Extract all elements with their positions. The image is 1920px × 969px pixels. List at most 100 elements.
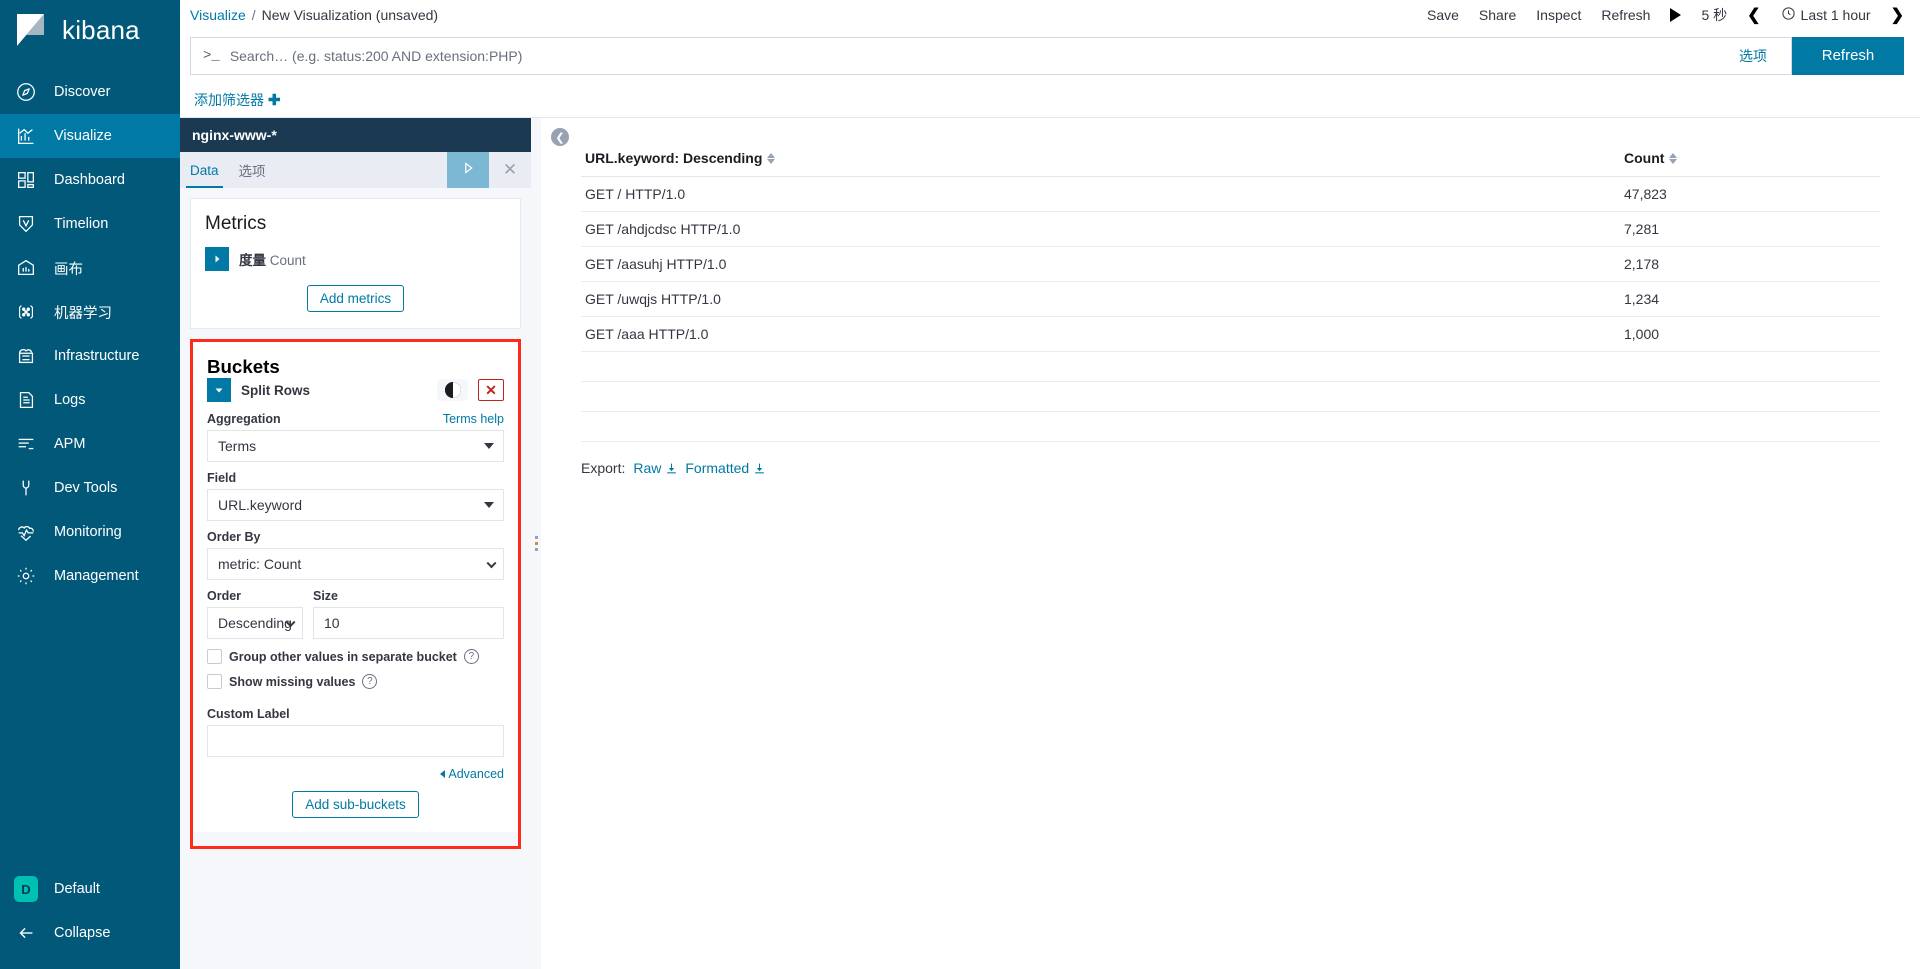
terms-help-link[interactable]: Terms help: [443, 412, 504, 426]
infra-icon: [14, 344, 38, 368]
field-label: Field: [207, 471, 237, 485]
question-icon[interactable]: ?: [362, 674, 378, 689]
triangle-right-icon[interactable]: [205, 247, 229, 271]
advanced-toggle[interactable]: Advanced: [440, 767, 504, 781]
inspect-button[interactable]: Inspect: [1536, 7, 1581, 23]
sidebar-item-infrastructure[interactable]: Infrastructure: [0, 334, 180, 378]
column-header-key[interactable]: URL.keyword: Descending: [581, 142, 1620, 177]
visualization-panel: ❮ URL.keyword: Descending Count GET / HT…: [541, 118, 1920, 969]
size-input[interactable]: [313, 607, 504, 639]
sidebar-item-label: 画布: [54, 261, 83, 278]
sidebar-item-label: Timelion: [54, 216, 109, 232]
brand-name: kibana: [62, 14, 140, 45]
buckets-title: Buckets: [207, 356, 280, 377]
table-row[interactable]: GET /uwqjs HTTP/1.0 1,234: [581, 281, 1880, 317]
add-metrics-button[interactable]: Add metrics: [306, 285, 405, 312]
chevron-left-icon[interactable]: ❮: [1747, 5, 1760, 25]
sidebar-collapse-button[interactable]: Collapse: [0, 911, 180, 955]
aggregation-select[interactable]: [207, 430, 504, 462]
sidebar-item-visualize[interactable]: Visualize: [0, 114, 180, 158]
order-col: Order: [207, 580, 303, 639]
sidebar-item-canvas[interactable]: 画布: [0, 246, 180, 290]
metric-row[interactable]: 度量 Count: [205, 247, 506, 271]
column-header-count[interactable]: Count: [1620, 142, 1880, 177]
export-raw-link[interactable]: Raw: [633, 460, 677, 476]
tab-data[interactable]: Data: [180, 152, 229, 188]
time-picker[interactable]: Last 1 hour: [1781, 6, 1871, 24]
sort-icon[interactable]: [767, 152, 776, 164]
play-icon[interactable]: [1670, 7, 1682, 22]
compass-icon: [14, 80, 38, 104]
play-triangle-icon: [459, 159, 477, 182]
brand-logo[interactable]: kibana: [0, 0, 180, 60]
question-icon[interactable]: ?: [463, 649, 479, 664]
sidebar-item-machine-learning[interactable]: 机器学习: [0, 290, 180, 334]
sidebar-collapse-label: Collapse: [54, 925, 111, 941]
sidebar-item-space[interactable]: D Default: [0, 867, 180, 911]
sidebar-item-dev-tools[interactable]: Dev Tools: [0, 466, 180, 510]
custom-label-input[interactable]: [207, 725, 504, 757]
download-icon: [665, 462, 677, 474]
filter-bar: 添加筛选器 ✚: [180, 82, 1920, 118]
data-table: URL.keyword: Descending Count GET / HTTP…: [581, 142, 1880, 442]
order-select-wrap: [207, 607, 303, 639]
show-missing-label: Show missing values: [229, 674, 356, 689]
add-filter-button[interactable]: 添加筛选器 ✚: [194, 90, 281, 110]
space-badge-letter: D: [14, 876, 38, 902]
toggle-icon[interactable]: [437, 379, 468, 401]
cell-count: 1,000: [1620, 316, 1880, 352]
save-button[interactable]: Save: [1427, 7, 1459, 23]
metric-type: 度量: [239, 253, 266, 268]
discard-changes-button[interactable]: ✕: [489, 152, 531, 188]
grip-dots-icon: [534, 536, 538, 551]
sidebar-item-apm[interactable]: APM: [0, 422, 180, 466]
top-header: Visualize / New Visualization (unsaved) …: [180, 0, 1920, 29]
sidebar-item-logs[interactable]: Logs: [0, 378, 180, 422]
chevron-right-icon[interactable]: ❯: [1891, 5, 1904, 25]
table-row[interactable]: GET /aasuhj HTTP/1.0 2,178: [581, 246, 1880, 282]
main-area: Visualize / New Visualization (unsaved) …: [180, 0, 1920, 969]
caret-left-icon: [440, 770, 446, 778]
panel-resizer[interactable]: [531, 118, 541, 969]
sidebar-item-monitoring[interactable]: Monitoring: [0, 510, 180, 554]
buckets-card-footer: [193, 832, 518, 846]
show-missing-checkbox[interactable]: [207, 674, 222, 689]
export-formatted-link[interactable]: Formatted: [685, 460, 765, 476]
sidebar-item-label: Monitoring: [54, 524, 122, 540]
order-select[interactable]: [207, 607, 303, 639]
x-icon[interactable]: ✕: [478, 379, 504, 401]
sort-icon[interactable]: [1669, 152, 1678, 164]
data-table-head: URL.keyword: Descending Count: [581, 142, 1880, 177]
field-select-wrap: [207, 489, 504, 521]
query-options-link[interactable]: 选项: [1739, 46, 1779, 66]
refresh-button[interactable]: Refresh: [1601, 7, 1650, 23]
chevron-left-circle-icon[interactable]: ❮: [551, 128, 569, 146]
breadcrumb-visualize[interactable]: Visualize: [190, 7, 246, 23]
add-sub-buckets-button[interactable]: Add sub-buckets: [292, 791, 419, 818]
search-box[interactable]: >_ 选项: [190, 36, 1792, 75]
canvas-icon: [14, 256, 38, 280]
sidebar-item-timelion[interactable]: Timelion: [0, 202, 180, 246]
table-row[interactable]: GET /ahdjcdsc HTTP/1.0 7,281: [581, 211, 1880, 247]
table-row[interactable]: GET /aaa HTTP/1.0 1,000: [581, 316, 1880, 352]
space-avatar: D: [14, 876, 38, 902]
sidebar-item-dashboard[interactable]: Dashboard: [0, 158, 180, 202]
table-header-row: URL.keyword: Descending Count: [581, 142, 1880, 177]
auto-refresh-interval[interactable]: 5 秒: [1701, 5, 1727, 25]
query-refresh-button[interactable]: Refresh: [1792, 36, 1904, 75]
order-by-label-row: Order By: [207, 530, 504, 544]
group-other-checkbox[interactable]: [207, 649, 222, 664]
search-input[interactable]: [229, 47, 1729, 64]
order-by-select[interactable]: [207, 548, 504, 580]
metrics-title: Metrics: [205, 213, 267, 234]
field-select[interactable]: [207, 489, 504, 521]
table-empty-row: [581, 411, 1880, 442]
apply-changes-button[interactable]: [447, 152, 489, 188]
group-other-label: Group other values in separate bucket: [229, 649, 457, 664]
table-row[interactable]: GET / HTTP/1.0 47,823: [581, 176, 1880, 212]
sidebar-item-discover[interactable]: Discover: [0, 70, 180, 114]
triangle-down-icon[interactable]: [207, 378, 231, 402]
tab-options[interactable]: 选项: [229, 152, 276, 188]
share-button[interactable]: Share: [1479, 7, 1516, 23]
sidebar-item-management[interactable]: Management: [0, 554, 180, 598]
